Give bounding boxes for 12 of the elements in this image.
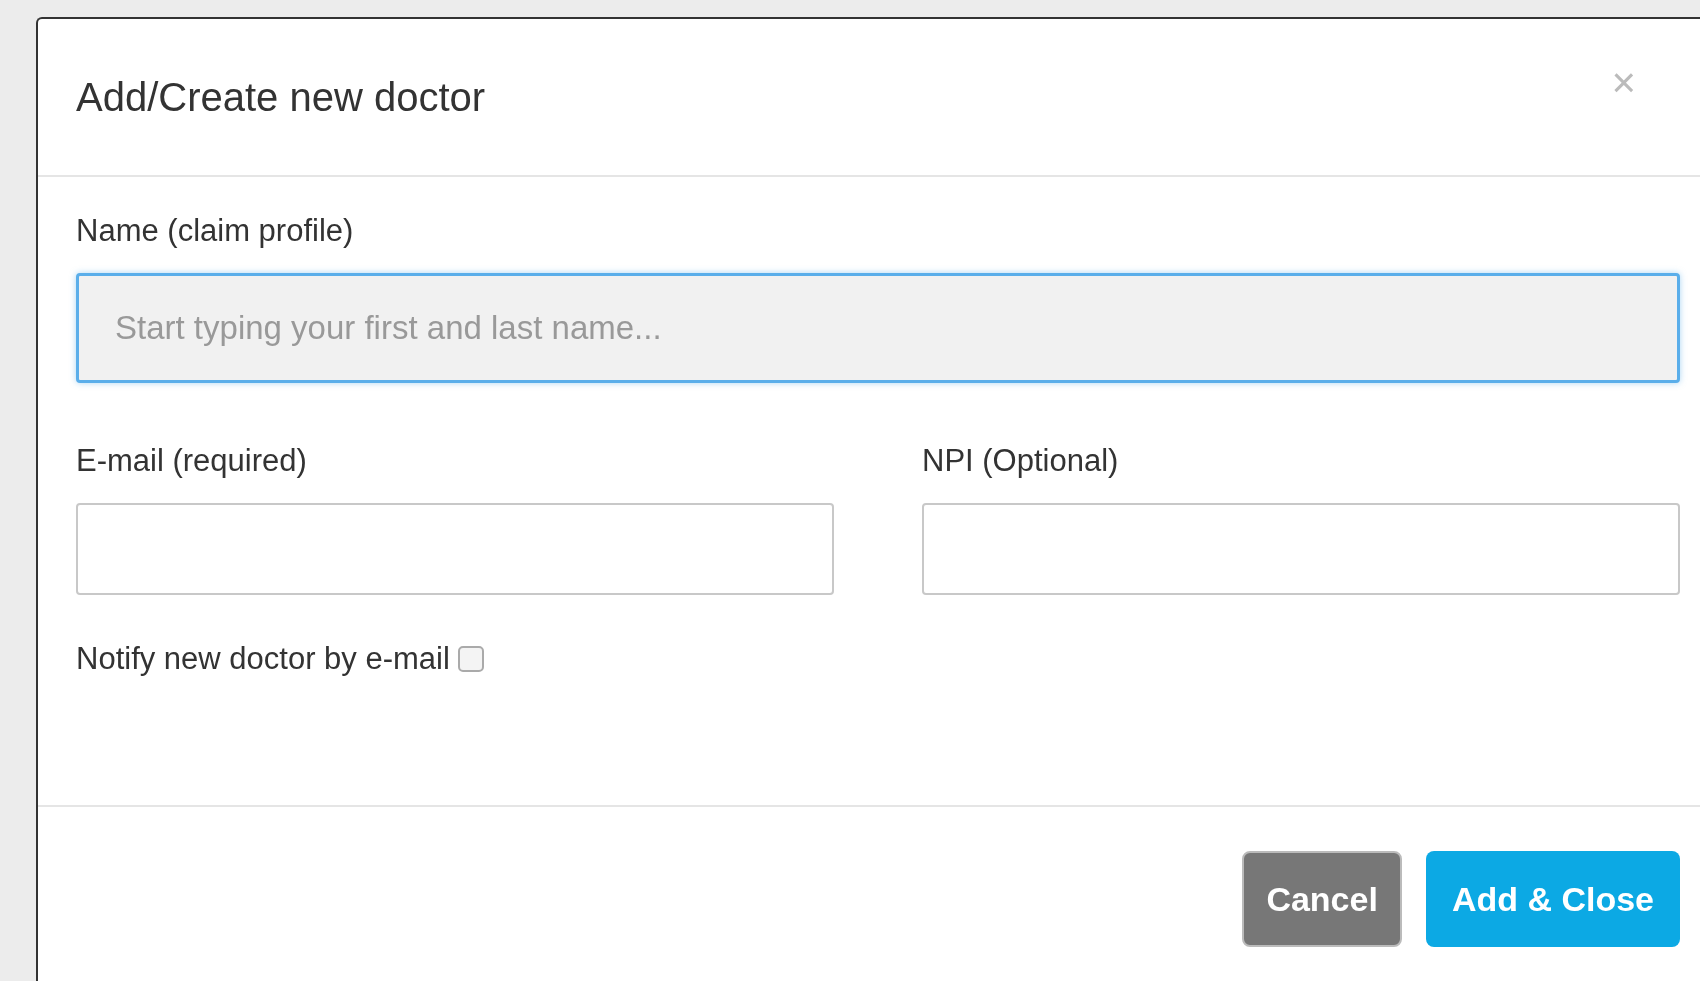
add-button[interactable]: Add & Close (1425, 851, 1680, 947)
field-label: Name (claim profile) (76, 213, 355, 249)
input-field[interactable]: Start typing your first and last name... (76, 273, 1680, 383)
checkbox[interactable] (457, 646, 484, 672)
checkbox-label: Notify new doctor by e-mail (76, 641, 450, 677)
dialog-title: Add/Create new doctor (76, 74, 486, 120)
input-field[interactable] (922, 503, 1680, 595)
cancel-button[interactable]: Cancel (1242, 851, 1402, 947)
field-label: E-mail (required) (76, 443, 308, 479)
input-field[interactable] (76, 503, 834, 595)
close-button[interactable]: × (1611, 59, 1636, 107)
field-label: NPI (Optional) (922, 443, 1120, 479)
